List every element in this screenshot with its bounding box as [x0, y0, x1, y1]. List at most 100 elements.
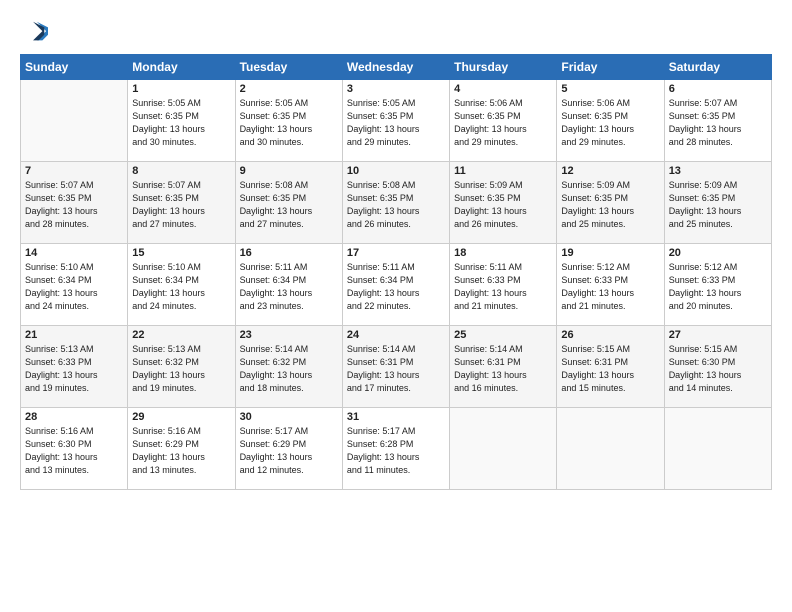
day-number: 16	[240, 247, 338, 259]
calendar-cell: 22Sunrise: 5:13 AM Sunset: 6:32 PM Dayli…	[128, 326, 235, 408]
day-number: 12	[561, 165, 659, 177]
day-info: Sunrise: 5:12 AM Sunset: 6:33 PM Dayligh…	[561, 261, 659, 313]
day-number: 21	[25, 329, 123, 341]
header-row: SundayMondayTuesdayWednesdayThursdayFrid…	[21, 55, 772, 80]
calendar-cell: 5 Sunrise: 5:06 AM Sunset: 6:35 PM Daylig…	[557, 80, 664, 162]
day-number: 29	[132, 411, 230, 423]
day-info: Sunrise: 5:17 AM Sunset: 6:29 PM Dayligh…	[240, 425, 338, 477]
day-number: 11	[454, 165, 552, 177]
day-number: 9	[240, 165, 338, 177]
day-info: Sunrise: 5:06 AM Sunset: 6:35 PM Dayligh…	[454, 97, 552, 149]
day-info: Sunrise: 5:07 AM Sunset: 6:35 PM Dayligh…	[669, 97, 767, 149]
day-info: Sunrise: 5:05 AM Sunset: 6:35 PM Dayligh…	[240, 97, 338, 149]
weekday-header: Saturday	[664, 55, 771, 80]
day-number: 30	[240, 411, 338, 423]
calendar-cell: 1 Sunrise: 5:05 AM Sunset: 6:35 PM Daylig…	[128, 80, 235, 162]
day-info: Sunrise: 5:10 AM Sunset: 6:34 PM Dayligh…	[25, 261, 123, 313]
calendar-cell	[450, 408, 557, 490]
calendar-cell	[664, 408, 771, 490]
calendar-week-row: 1 Sunrise: 5:05 AM Sunset: 6:35 PM Daylig…	[21, 80, 772, 162]
day-number: 25	[454, 329, 552, 341]
day-info: Sunrise: 5:14 AM Sunset: 6:31 PM Dayligh…	[454, 343, 552, 395]
day-number: 4	[454, 83, 552, 95]
calendar-cell: 13 Sunrise: 5:09 AM Sunset: 6:35 PM Dayli…	[664, 162, 771, 244]
day-number: 13	[669, 165, 767, 177]
day-number: 10	[347, 165, 445, 177]
calendar-cell: 17 Sunrise: 5:11 AM Sunset: 6:34 PM Dayli…	[342, 244, 449, 326]
day-info: Sunrise: 5:15 AM Sunset: 6:30 PM Dayligh…	[669, 343, 767, 395]
weekday-header: Sunday	[21, 55, 128, 80]
calendar-week-row: 21 Sunrise: 5:13 AM Sunset: 6:33 PM Dayli…	[21, 326, 772, 408]
day-number: 6	[669, 83, 767, 95]
day-info: Sunrise: 5:12 AM Sunset: 6:33 PM Dayligh…	[669, 261, 767, 313]
day-number: 2	[240, 83, 338, 95]
calendar-cell: 19Sunrise: 5:12 AM Sunset: 6:33 PM Dayli…	[557, 244, 664, 326]
day-number: 3	[347, 83, 445, 95]
day-info: Sunrise: 5:13 AM Sunset: 6:33 PM Dayligh…	[25, 343, 123, 395]
day-number: 23	[240, 329, 338, 341]
calendar-cell: 16 Sunrise: 5:11 AM Sunset: 6:34 PM Dayli…	[235, 244, 342, 326]
day-info: Sunrise: 5:11 AM Sunset: 6:34 PM Dayligh…	[347, 261, 445, 313]
calendar-cell: 20 Sunrise: 5:12 AM Sunset: 6:33 PM Dayli…	[664, 244, 771, 326]
day-number: 18	[454, 247, 552, 259]
calendar-week-row: 14 Sunrise: 5:10 AM Sunset: 6:34 PM Dayli…	[21, 244, 772, 326]
calendar-cell: 4 Sunrise: 5:06 AM Sunset: 6:35 PM Daylig…	[450, 80, 557, 162]
day-number: 15	[132, 247, 230, 259]
logo	[20, 18, 52, 46]
day-info: Sunrise: 5:08 AM Sunset: 6:35 PM Dayligh…	[347, 179, 445, 231]
day-number: 20	[669, 247, 767, 259]
day-info: Sunrise: 5:05 AM Sunset: 6:35 PM Dayligh…	[347, 97, 445, 149]
calendar-cell: 21 Sunrise: 5:13 AM Sunset: 6:33 PM Dayli…	[21, 326, 128, 408]
weekday-header: Thursday	[450, 55, 557, 80]
day-info: Sunrise: 5:09 AM Sunset: 6:35 PM Dayligh…	[454, 179, 552, 231]
day-number: 1	[132, 83, 230, 95]
day-number: 5	[561, 83, 659, 95]
day-info: Sunrise: 5:11 AM Sunset: 6:34 PM Dayligh…	[240, 261, 338, 313]
page: SundayMondayTuesdayWednesdayThursdayFrid…	[0, 0, 792, 612]
day-number: 24	[347, 329, 445, 341]
day-number: 28	[25, 411, 123, 423]
calendar-cell: 2 Sunrise: 5:05 AM Sunset: 6:35 PM Daylig…	[235, 80, 342, 162]
weekday-header: Friday	[557, 55, 664, 80]
weekday-header: Wednesday	[342, 55, 449, 80]
day-info: Sunrise: 5:08 AM Sunset: 6:35 PM Dayligh…	[240, 179, 338, 231]
day-number: 22	[132, 329, 230, 341]
calendar-cell: 8 Sunrise: 5:07 AM Sunset: 6:35 PM Daylig…	[128, 162, 235, 244]
calendar-table: SundayMondayTuesdayWednesdayThursdayFrid…	[20, 54, 772, 490]
day-info: Sunrise: 5:14 AM Sunset: 6:32 PM Dayligh…	[240, 343, 338, 395]
day-info: Sunrise: 5:06 AM Sunset: 6:35 PM Dayligh…	[561, 97, 659, 149]
calendar-cell: 7 Sunrise: 5:07 AM Sunset: 6:35 PM Daylig…	[21, 162, 128, 244]
day-number: 14	[25, 247, 123, 259]
calendar-cell: 25 Sunrise: 5:14 AM Sunset: 6:31 PM Dayli…	[450, 326, 557, 408]
day-number: 17	[347, 247, 445, 259]
calendar-week-row: 7 Sunrise: 5:07 AM Sunset: 6:35 PM Daylig…	[21, 162, 772, 244]
day-info: Sunrise: 5:09 AM Sunset: 6:35 PM Dayligh…	[561, 179, 659, 231]
calendar-cell: 11 Sunrise: 5:09 AM Sunset: 6:35 PM Dayli…	[450, 162, 557, 244]
day-number: 8	[132, 165, 230, 177]
calendar-cell: 3 Sunrise: 5:05 AM Sunset: 6:35 PM Daylig…	[342, 80, 449, 162]
calendar-cell: 9 Sunrise: 5:08 AM Sunset: 6:35 PM Daylig…	[235, 162, 342, 244]
day-info: Sunrise: 5:14 AM Sunset: 6:31 PM Dayligh…	[347, 343, 445, 395]
calendar-cell: 26Sunrise: 5:15 AM Sunset: 6:31 PM Dayli…	[557, 326, 664, 408]
calendar-cell: 28 Sunrise: 5:16 AM Sunset: 6:30 PM Dayli…	[21, 408, 128, 490]
calendar-week-row: 28 Sunrise: 5:16 AM Sunset: 6:30 PM Dayli…	[21, 408, 772, 490]
day-info: Sunrise: 5:09 AM Sunset: 6:35 PM Dayligh…	[669, 179, 767, 231]
day-info: Sunrise: 5:16 AM Sunset: 6:30 PM Dayligh…	[25, 425, 123, 477]
calendar-cell: 30 Sunrise: 5:17 AM Sunset: 6:29 PM Dayli…	[235, 408, 342, 490]
day-info: Sunrise: 5:07 AM Sunset: 6:35 PM Dayligh…	[25, 179, 123, 231]
day-info: Sunrise: 5:10 AM Sunset: 6:34 PM Dayligh…	[132, 261, 230, 313]
day-info: Sunrise: 5:07 AM Sunset: 6:35 PM Dayligh…	[132, 179, 230, 231]
day-number: 7	[25, 165, 123, 177]
day-info: Sunrise: 5:16 AM Sunset: 6:29 PM Dayligh…	[132, 425, 230, 477]
day-info: Sunrise: 5:05 AM Sunset: 6:35 PM Dayligh…	[132, 97, 230, 149]
weekday-header: Monday	[128, 55, 235, 80]
day-number: 27	[669, 329, 767, 341]
logo-icon	[20, 18, 48, 46]
calendar-cell	[21, 80, 128, 162]
calendar-cell: 27 Sunrise: 5:15 AM Sunset: 6:30 PM Dayli…	[664, 326, 771, 408]
calendar-cell: 31Sunrise: 5:17 AM Sunset: 6:28 PM Dayli…	[342, 408, 449, 490]
calendar-cell	[557, 408, 664, 490]
day-info: Sunrise: 5:17 AM Sunset: 6:28 PM Dayligh…	[347, 425, 445, 477]
header	[20, 18, 772, 46]
weekday-header: Tuesday	[235, 55, 342, 80]
